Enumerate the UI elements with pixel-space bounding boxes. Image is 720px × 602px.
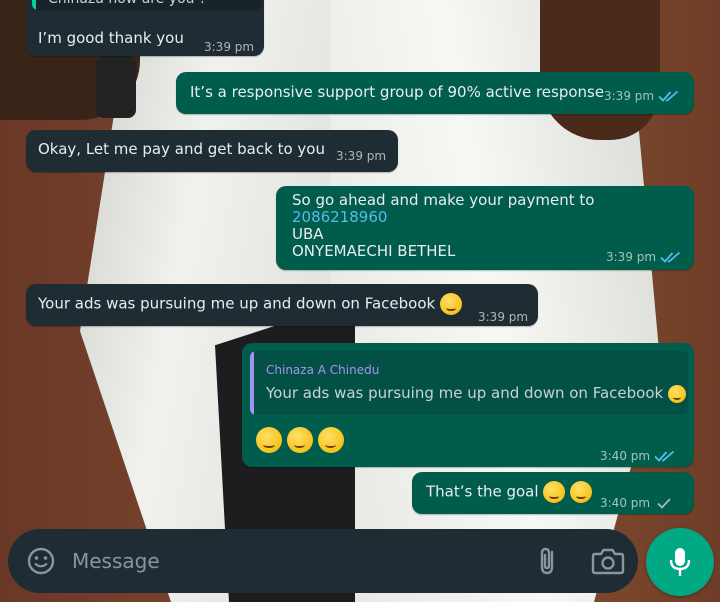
rolling-on-floor-laughing-emoji [256,427,282,453]
double-check-icon [658,89,680,103]
single-check-icon [654,496,676,510]
phone-number-link[interactable]: 2086218960 [292,208,387,226]
message-composer [8,529,638,593]
message-bubble-incoming[interactable]: Okay, Let me pay and get back to you 3:3… [26,130,398,172]
microphone-icon [669,548,691,576]
message-line: ONYEMAECHI BETHEL [292,242,456,260]
smiling-face-emoji [543,481,566,503]
message-bubble-incoming[interactable]: Your ads was pursuing me up and down on … [26,284,538,326]
message-text: Your ads was pursuing me up and down on … [38,293,462,315]
quoted-message-text: Chinaza how are you ? [48,0,206,8]
message-bubble-outgoing[interactable]: So go ahead and make your payment to 208… [276,186,694,270]
rolling-on-floor-laughing-emoji [286,427,313,453]
message-meta: 3:39 pm [606,248,682,266]
emoji-message [256,427,344,453]
quoted-message[interactable]: Chinaza A Chinedu Your ads was pursuing … [250,351,688,415]
message-text: That’s the goal [426,481,593,503]
message-meta: 3:39 pm [604,87,680,105]
message-bubble-incoming[interactable]: Chinaza how are you ? I’m good thank you… [26,0,264,56]
quoted-message[interactable]: Chinaza how are you ? [32,0,262,10]
smiling-face-emoji [570,481,593,503]
quoted-message-text: Your ads was pursuing me up and down on … [266,384,686,403]
quoted-message-author: Chinaza A Chinedu [266,363,380,377]
message-bubble-outgoing[interactable]: That’s the goal 3:40 pm [412,472,694,514]
message-input[interactable] [72,547,492,575]
message-time: 3:39 pm [336,149,387,163]
double-check-icon [654,449,676,463]
rolling-on-floor-laughing-emoji [667,384,686,403]
message-time: 3:40 pm [600,496,651,510]
double-check-icon [660,250,682,264]
message-bubble-outgoing[interactable]: It’s a responsive support group of 90% a… [176,72,694,114]
rolling-on-floor-laughing-emoji [317,427,344,453]
message-text: I’m good thank you [38,29,184,47]
message-time: 3:39 pm [478,310,529,324]
camera-icon[interactable] [590,545,626,577]
paperclip-icon[interactable] [530,543,566,579]
message-text: Okay, Let me pay and get back to you [38,140,325,158]
rolling-on-floor-laughing-emoji [439,293,462,315]
message-bubble-outgoing[interactable]: Chinaza A Chinedu Your ads was pursuing … [242,343,694,467]
emoji-icon[interactable] [26,546,56,576]
message-list: Chinaza how are you ? I’m good thank you… [0,0,720,602]
microphone-button[interactable] [646,528,714,596]
message-time: 3:39 pm [204,40,255,54]
message-line: So go ahead and make your payment to [292,191,595,209]
message-meta: 3:40 pm [600,447,676,465]
message-line: UBA [292,225,324,243]
message-time: 3:40 pm [600,449,651,463]
message-time: 3:39 pm [606,250,657,264]
message-text: It’s a responsive support group of 90% a… [190,83,605,101]
message-meta: 3:40 pm [600,494,676,512]
message-time: 3:39 pm [604,89,655,103]
